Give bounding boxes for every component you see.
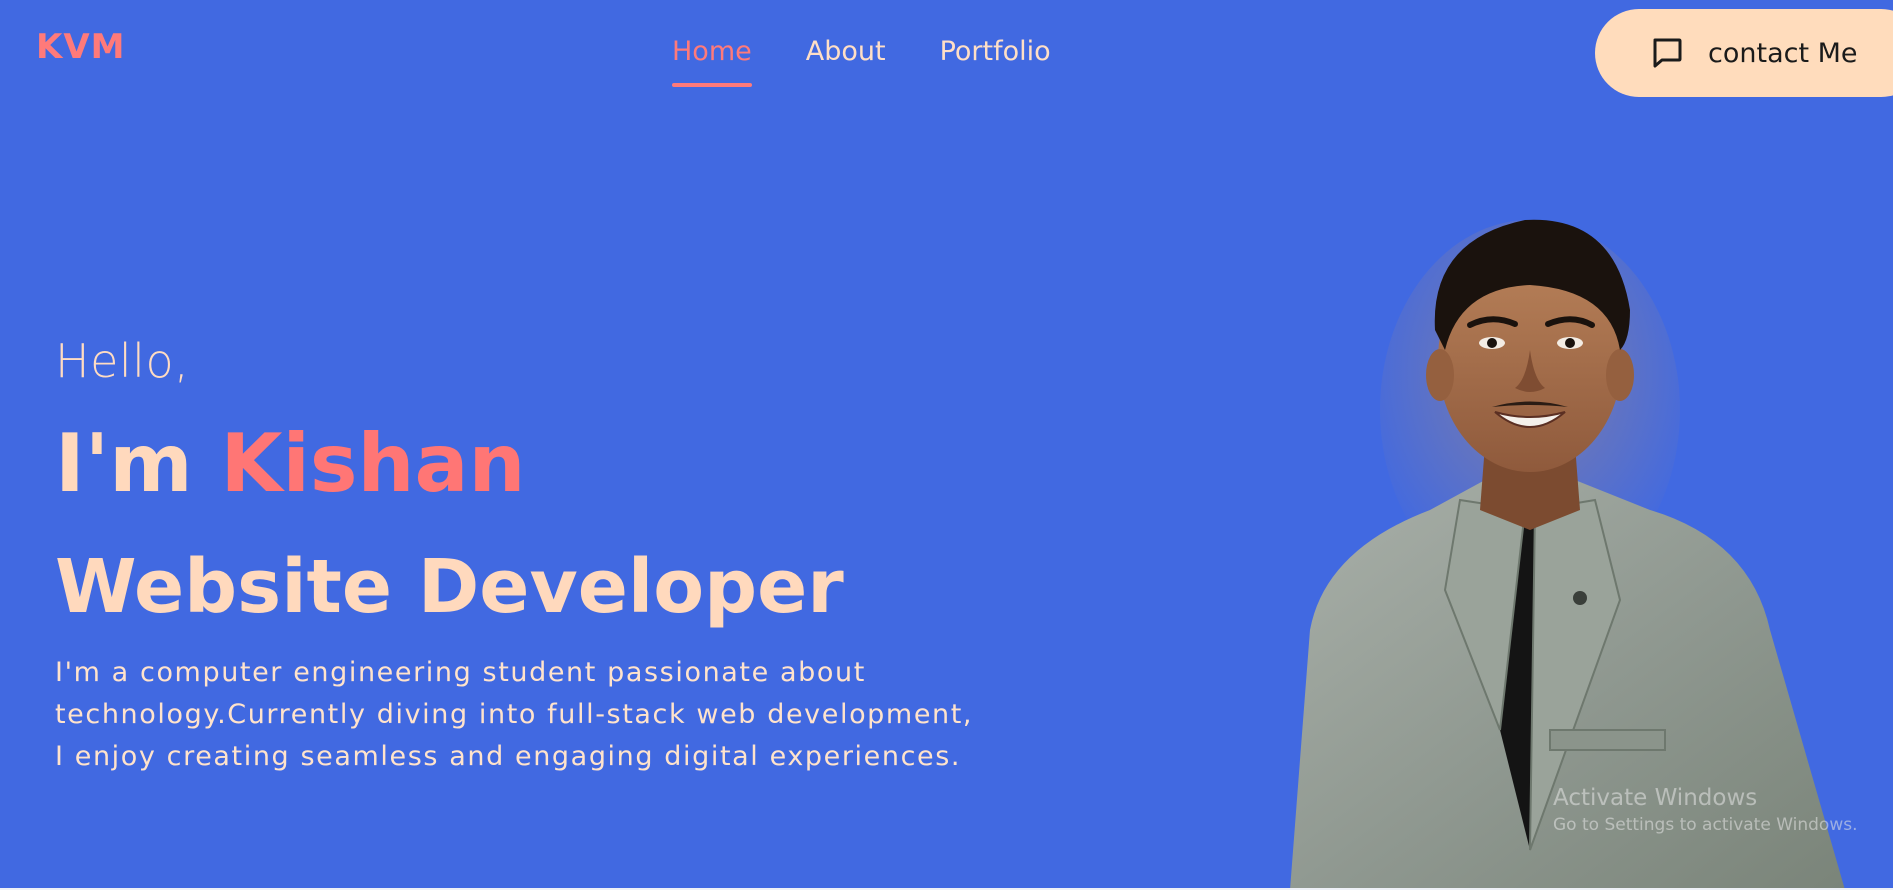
bio-paragraph: I'm a computer engineering student passi…: [55, 652, 1015, 778]
nav-link-about[interactable]: About: [806, 34, 886, 69]
main-nav: Home About Portfolio: [672, 34, 1105, 88]
bio-line: technology.Currently diving into full-st…: [55, 699, 974, 730]
contact-me-button[interactable]: contact Me: [1595, 9, 1893, 97]
logo[interactable]: KVM: [36, 30, 126, 64]
contact-me-label: contact Me: [1708, 37, 1858, 69]
nav-link-portfolio[interactable]: Portfolio: [940, 34, 1051, 69]
bio-line: I'm a computer engineering student passi…: [55, 657, 866, 688]
page: KVM Home About Portfolio contact Me Hell…: [0, 0, 1893, 888]
intro-heading: I'm Kishan: [55, 424, 525, 504]
intro-prefix: I'm: [55, 417, 193, 510]
role-heading: Website Developer: [55, 544, 844, 630]
watermark-title: Activate Windows: [1553, 785, 1758, 811]
watermark-subtitle: Go to Settings to activate Windows.: [1553, 815, 1858, 835]
greeting: Hello,: [55, 334, 190, 388]
bio-line: I enjoy creating seamless and engaging d…: [55, 741, 962, 772]
chat-bubble-icon: [1650, 36, 1684, 70]
nav-link-home[interactable]: Home: [672, 34, 752, 88]
activate-windows-watermark: Activate Windows Go to Settings to activ…: [1553, 783, 1858, 837]
intro-name: Kishan: [220, 417, 526, 510]
